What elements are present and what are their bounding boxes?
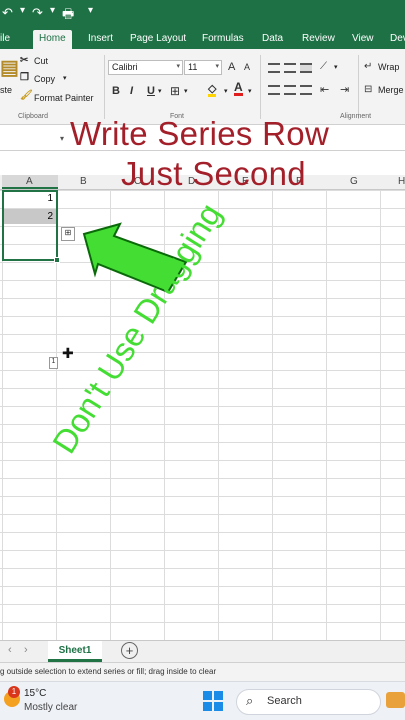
redo-icon[interactable]: ↷ — [32, 5, 43, 21]
underline-button[interactable]: U — [147, 85, 155, 97]
bottom-align-icon[interactable] — [300, 63, 312, 73]
tab-page-layout[interactable]: Page Layout — [130, 33, 186, 44]
format-painter-icon[interactable]: 🖌 — [20, 90, 33, 101]
column-header-h[interactable]: H — [398, 176, 405, 187]
font-name-value: Calibri — [112, 62, 138, 72]
search-icon: ⌕ — [246, 693, 254, 708]
align-left-icon[interactable] — [268, 85, 280, 95]
fill-series-tooltip: 1 — [49, 357, 58, 369]
copy-button[interactable]: Copy — [34, 74, 55, 84]
tab-home[interactable]: Home — [33, 30, 72, 49]
fill-handle[interactable] — [54, 257, 60, 263]
copy-dropdown-icon[interactable]: ▾ — [63, 74, 67, 82]
orientation-icon[interactable]: ⟋ — [320, 61, 327, 72]
fill-color-dropdown-icon[interactable]: ▾ — [224, 87, 228, 95]
add-sheet-button[interactable]: + — [121, 642, 138, 659]
chevron-down-icon: ▾ — [215, 63, 219, 70]
alignment-group-label: Alignment — [340, 113, 372, 120]
borders-icon[interactable]: ⊞ — [170, 84, 180, 98]
cut-icon[interactable]: ✂ — [20, 55, 28, 66]
chevron-down-icon: ▾ — [176, 63, 180, 70]
windows-taskbar: 1 15°C Mostly clear ⌕ Search — [0, 681, 405, 720]
wrap-text-button[interactable]: Wrap — [378, 62, 399, 72]
sheet-nav-left-icon[interactable]: ‹ — [8, 644, 12, 656]
overlay-title-line2: Just Second — [121, 155, 306, 192]
tab-insert[interactable]: Insert — [88, 33, 113, 44]
font-color-dropdown-icon[interactable]: ▾ — [248, 87, 252, 95]
excel-window: ↶ ▾ ↷ ▾ 🖶 ▾ ile Home Insert Page Layout … — [0, 0, 405, 720]
sheet-nav-right-icon[interactable]: › — [24, 644, 28, 656]
align-center-icon[interactable] — [284, 85, 296, 95]
ribbon-tabs: ile Home Insert Page Layout Formulas Dat… — [0, 30, 405, 49]
ribbon: ▤ ste ✂ Cut ❐ Copy ▾ 🖌 Format Painter Cl… — [0, 49, 405, 125]
auto-fill-options-icon[interactable]: ⊞ — [61, 227, 75, 241]
bold-button[interactable]: B — [112, 85, 120, 97]
customize-toolbar-icon[interactable]: ▾ — [88, 5, 93, 16]
search-placeholder: Search — [267, 695, 302, 707]
font-name-box[interactable]: Calibri ▾ — [108, 60, 183, 75]
shrink-font-button[interactable]: A — [244, 62, 250, 72]
wrap-text-icon[interactable]: ↵ — [364, 61, 372, 72]
column-header-g[interactable]: G — [350, 176, 358, 187]
redo-dropdown-icon[interactable]: ▾ — [50, 5, 55, 16]
merge-button[interactable]: Merge — [378, 85, 404, 95]
tab-developer[interactable]: Dev — [390, 33, 405, 44]
undo-dropdown-icon[interactable]: ▾ — [20, 5, 25, 16]
tab-file[interactable]: ile — [0, 33, 10, 44]
column-header-a[interactable]: A — [26, 176, 33, 187]
merge-icon[interactable]: ⊟ — [364, 84, 372, 95]
ribbon-separator — [260, 55, 261, 119]
ribbon-separator — [104, 55, 105, 119]
tab-review[interactable]: Review — [302, 33, 335, 44]
crosshair-cursor-icon: ✚ — [62, 345, 74, 361]
status-message: g outside selection to extend series or … — [0, 667, 217, 676]
align-right-icon[interactable] — [300, 85, 312, 95]
weather-condition[interactable]: Mostly clear — [24, 702, 77, 713]
cut-button[interactable]: Cut — [34, 56, 48, 66]
paste-label[interactable]: ste — [0, 85, 12, 95]
font-size-box[interactable]: 11 ▾ — [184, 60, 222, 75]
briefcase-icon[interactable] — [386, 692, 405, 708]
copy-icon[interactable]: ❐ — [20, 72, 29, 83]
ribbon-separator — [358, 55, 359, 119]
format-painter-button[interactable]: Format Painter — [34, 93, 94, 103]
selection-border — [2, 190, 58, 261]
clipboard-group-label: Clipboard — [18, 113, 48, 120]
undo-icon[interactable]: ↶ — [2, 5, 13, 21]
print-icon[interactable]: 🖶 — [62, 5, 74, 27]
paste-icon[interactable]: ▤ — [0, 55, 19, 80]
middle-align-icon[interactable] — [284, 63, 296, 73]
status-bar: g outside selection to extend series or … — [0, 662, 405, 681]
grow-font-button[interactable]: A — [228, 61, 235, 73]
sheet-tab-sheet1[interactable]: Sheet1 — [48, 641, 102, 662]
font-color-button[interactable]: A — [234, 81, 243, 96]
windows-start-icon[interactable] — [203, 691, 223, 711]
tab-data[interactable]: Data — [262, 33, 283, 44]
italic-button[interactable]: I — [130, 85, 133, 97]
decrease-indent-icon[interactable]: ⇤ — [320, 83, 329, 96]
sheet-tab-bar: ‹ › Sheet1 + — [0, 640, 405, 662]
underline-dropdown-icon[interactable]: ▾ — [158, 87, 162, 95]
orientation-dropdown-icon[interactable]: ▾ — [334, 63, 338, 71]
name-box-dropdown-icon[interactable]: ▾ — [60, 134, 64, 143]
borders-dropdown-icon[interactable]: ▾ — [184, 87, 188, 95]
top-align-icon[interactable] — [268, 63, 280, 73]
weather-badge: 1 — [8, 686, 20, 698]
taskbar-search-box[interactable]: ⌕ Search — [236, 689, 381, 715]
increase-indent-icon[interactable]: ⇥ — [340, 83, 349, 96]
tab-formulas[interactable]: Formulas — [202, 33, 244, 44]
tab-view[interactable]: View — [352, 33, 374, 44]
fill-color-icon[interactable]: ◇ — [208, 84, 217, 97]
overlay-title-line1: Write Series Row — [70, 115, 330, 152]
column-header-b[interactable]: B — [80, 176, 87, 187]
title-bar: ↶ ▾ ↷ ▾ 🖶 ▾ — [0, 0, 405, 30]
weather-temperature[interactable]: 15°C — [24, 688, 46, 699]
font-size-value: 11 — [188, 62, 198, 72]
